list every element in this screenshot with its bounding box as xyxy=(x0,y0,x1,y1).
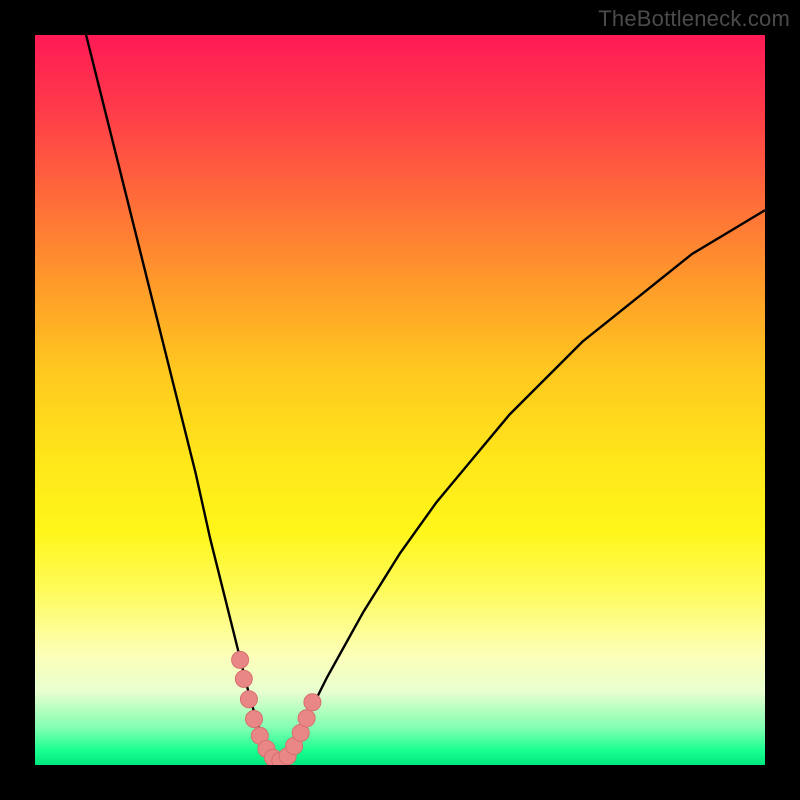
chart-svg xyxy=(35,35,765,765)
watermark-text: TheBottleneck.com xyxy=(598,6,790,32)
marker-dot xyxy=(246,711,263,728)
marker-dot xyxy=(232,651,249,668)
marker-dot xyxy=(235,670,252,687)
marker-dot xyxy=(304,694,321,711)
chart-frame: TheBottleneck.com xyxy=(0,0,800,800)
bottleneck-curve xyxy=(86,35,765,761)
marker-dot xyxy=(240,691,257,708)
marker-dot xyxy=(298,710,315,727)
marker-group xyxy=(232,651,321,765)
plot-area xyxy=(35,35,765,765)
